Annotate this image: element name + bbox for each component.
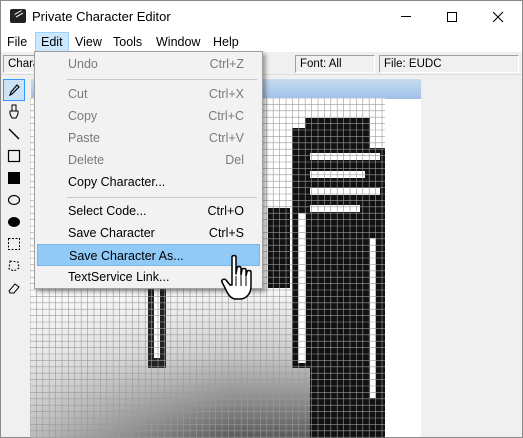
window-title: Private Character Editor xyxy=(32,9,171,24)
hollow-ellipse-icon xyxy=(7,194,21,206)
freeform-selection-icon xyxy=(8,260,20,272)
maximize-button[interactable] xyxy=(429,1,475,32)
line-tool[interactable] xyxy=(3,123,25,145)
menu-item-save-character[interactable]: Save Character Ctrl+S xyxy=(37,222,260,244)
workspace-background xyxy=(421,79,522,437)
filled-ellipse-tool[interactable] xyxy=(3,211,25,233)
rectangular-selection-icon xyxy=(8,238,20,250)
toolbox xyxy=(3,79,28,379)
menu-file[interactable]: File xyxy=(7,32,27,52)
menu-separator xyxy=(67,79,257,80)
rectangular-selection-tool[interactable] xyxy=(3,233,25,255)
hollow-ellipse-tool[interactable] xyxy=(3,189,25,211)
menu-item-copy-character[interactable]: Copy Character... xyxy=(37,171,260,193)
hollow-rectangle-tool[interactable] xyxy=(3,145,25,167)
menu-item-select-code[interactable]: Select Code... Ctrl+O xyxy=(37,200,260,222)
menu-edit[interactable]: Edit xyxy=(35,32,69,52)
filled-rectangle-icon xyxy=(8,172,20,184)
menu-item-delete[interactable]: Delete Del xyxy=(37,149,260,171)
eraser-icon xyxy=(8,283,20,294)
line-icon xyxy=(8,128,20,140)
menu-item-cut[interactable]: Cut Ctrl+X xyxy=(37,83,260,105)
title-bar[interactable]: Private Character Editor xyxy=(1,1,522,32)
hand-pointer-icon xyxy=(221,254,252,300)
pencil-icon xyxy=(8,84,20,97)
brush-icon xyxy=(9,104,19,119)
file-field: File: EUDC xyxy=(379,55,519,73)
menu-bar: File Edit View Tools Window Help xyxy=(1,32,522,52)
pencil-tool[interactable] xyxy=(3,79,25,101)
hollow-rectangle-icon xyxy=(7,149,21,163)
menu-item-paste[interactable]: Paste Ctrl+V xyxy=(37,127,260,149)
close-button[interactable] xyxy=(475,1,521,32)
menu-window[interactable]: Window xyxy=(156,32,200,52)
menu-help[interactable]: Help xyxy=(213,32,239,52)
menu-item-undo[interactable]: Undo Ctrl+Z xyxy=(37,53,260,75)
brush-tool[interactable] xyxy=(3,101,25,123)
filled-rectangle-tool[interactable] xyxy=(3,167,25,189)
freeform-selection-tool[interactable] xyxy=(3,255,25,277)
minimize-icon xyxy=(401,16,411,17)
app-icon xyxy=(10,9,26,23)
menu-item-copy[interactable]: Copy Ctrl+C xyxy=(37,105,260,127)
filled-ellipse-icon xyxy=(8,217,20,227)
menu-view[interactable]: View xyxy=(75,32,102,52)
menu-tools[interactable]: Tools xyxy=(113,32,142,52)
eraser-tool[interactable] xyxy=(3,277,25,299)
menu-separator xyxy=(67,197,257,198)
maximize-icon xyxy=(447,11,457,22)
minimize-button[interactable] xyxy=(383,1,429,32)
font-field: Font: All xyxy=(295,55,375,73)
close-icon xyxy=(492,11,504,22)
